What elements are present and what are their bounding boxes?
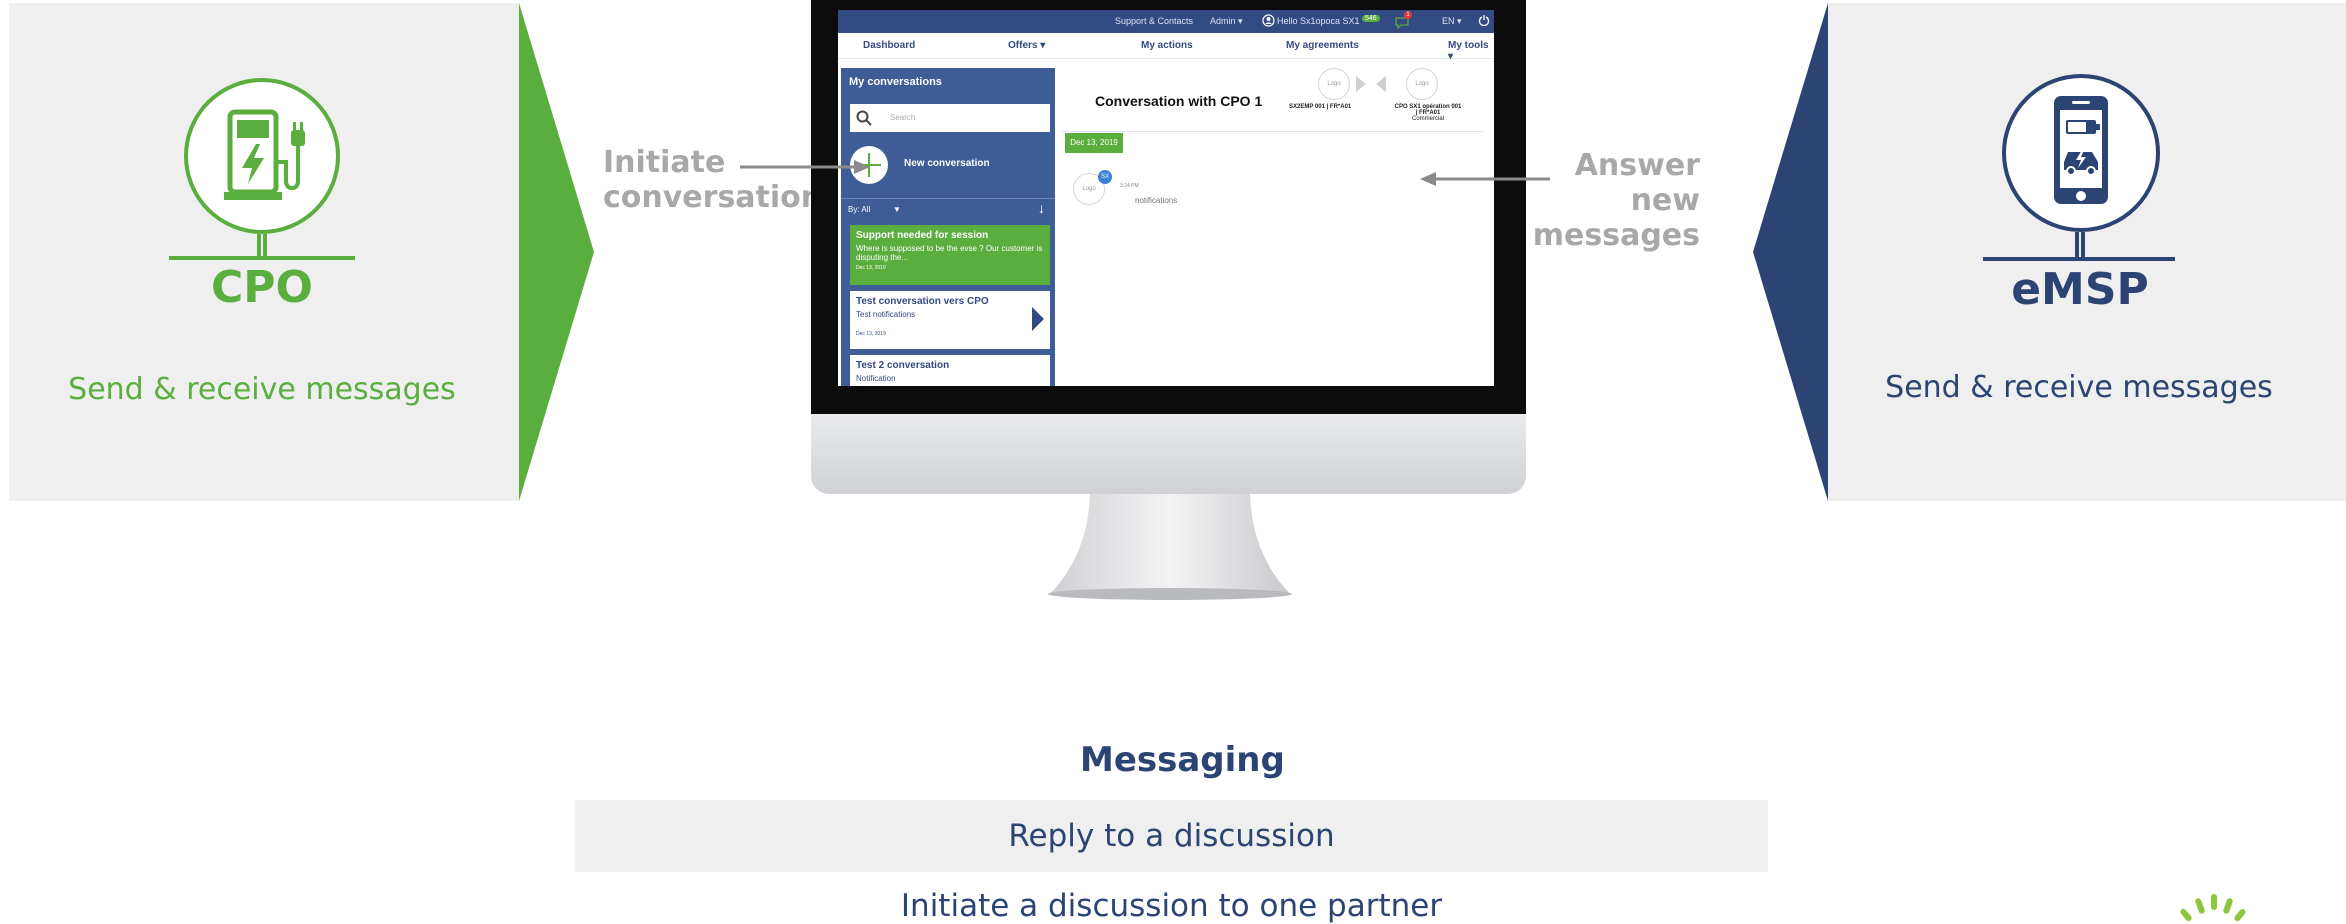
feature-item: Initiate a discussion to one partner xyxy=(900,888,1443,924)
emsp-stem xyxy=(2075,232,2085,260)
monitor-stand xyxy=(1048,494,1292,600)
conversation-preview: Notification xyxy=(856,374,896,383)
conversation-card[interactable]: Test conversation vers CPO Test notifica… xyxy=(850,291,1050,349)
features-title: Messaging xyxy=(1080,740,1285,780)
cpo-icon-circle xyxy=(184,78,340,234)
user-greeting[interactable]: Hello Sx1opoca SX1 xyxy=(1277,16,1360,26)
emsp-label: eMSP xyxy=(2011,264,2149,315)
support-contacts-link[interactable]: Support & Contacts xyxy=(1115,16,1193,26)
initiate-arrow xyxy=(740,160,870,174)
message-text: notifications xyxy=(1135,196,1178,205)
conversation-date: Dec 13, 2019 xyxy=(856,331,886,337)
message-time: 3:24 PM xyxy=(1120,183,1139,189)
conversation-title: Test conversation vers CPO xyxy=(856,296,989,307)
participant-right-role: Commercial xyxy=(1411,116,1444,122)
user-icon xyxy=(1262,14,1275,29)
sidebar-title: My conversations xyxy=(849,76,942,88)
brand-logo-icon xyxy=(2180,894,2246,922)
cpo-label: CPO xyxy=(211,262,313,313)
notification-count: 1 xyxy=(1404,11,1412,19)
participant-right-name: CPO SX1 opération 001 | FR*A01 Commercia… xyxy=(1391,104,1465,122)
conversation-preview: Where is supposed to be the evse ? Our c… xyxy=(856,244,1043,262)
search-input[interactable]: Search xyxy=(850,104,1050,132)
app-navbar: Dashboard Offers ▾ My actions My agreeme… xyxy=(838,33,1494,62)
emsp-icon-circle xyxy=(2002,74,2160,232)
search-icon xyxy=(856,110,872,131)
initiate-line-2: conversation xyxy=(603,180,823,215)
conversation-card[interactable]: Test 2 conversation Notification xyxy=(850,355,1050,386)
header-divider xyxy=(1061,131,1483,132)
message-avatar-badge: SX xyxy=(1098,170,1112,184)
emsp-baseline xyxy=(1983,257,2175,261)
exchange-arrows-icon xyxy=(1356,76,1386,92)
admin-menu[interactable]: Admin ▾ xyxy=(1210,16,1243,27)
points-badge: 546 xyxy=(1362,15,1380,22)
cpo-baseline xyxy=(169,256,355,260)
charging-station-icon xyxy=(224,109,305,200)
answer-line-3: messages xyxy=(1532,218,1700,253)
nav-my-agreements[interactable]: My agreements xyxy=(1286,40,1359,51)
nav-offers[interactable]: Offers ▾ xyxy=(1008,40,1045,51)
nav-my-tools[interactable]: My tools ▾ xyxy=(1448,40,1494,62)
selected-chevron-icon xyxy=(1032,307,1044,331)
nav-my-actions[interactable]: My actions xyxy=(1141,40,1193,51)
new-conversation-label[interactable]: New conversation xyxy=(904,158,990,169)
conversation-card[interactable]: Support needed for session Where is supp… xyxy=(850,225,1050,285)
participant-logo: Logo xyxy=(1318,68,1350,100)
sort-icon[interactable]: ↓ xyxy=(1038,200,1045,216)
search-placeholder: Search xyxy=(890,113,916,122)
feature-item: Reply to a discussion xyxy=(575,800,1768,872)
cpo-arrow-shape xyxy=(519,3,594,501)
language-selector[interactable]: EN ▾ xyxy=(1442,16,1462,27)
participant-left-name: SX2EMP 001 | FR*A01 xyxy=(1289,104,1352,110)
emsp-subtitle: Send & receive messages xyxy=(1885,370,2273,405)
conversation-preview: Test notifications xyxy=(856,310,916,319)
cpo-stem xyxy=(257,234,267,258)
sidebar-divider xyxy=(841,198,1055,199)
app-topbar: Support & Contacts Admin ▾ Hello Sx1opoc… xyxy=(838,10,1494,33)
cpo-subtitle: Send & receive messages xyxy=(68,372,456,407)
answer-arrow xyxy=(1420,172,1550,186)
messaging-app: Support & Contacts Admin ▾ Hello Sx1opoc… xyxy=(838,10,1494,386)
conversation-title-heading: Conversation with CPO 1 xyxy=(1095,93,1263,109)
conversation-title: Support needed for session xyxy=(856,230,989,241)
conversations-sidebar: My conversations Search New conversation… xyxy=(841,68,1055,386)
power-icon[interactable] xyxy=(1478,14,1490,28)
filter-dropdown-icon[interactable]: ▼ xyxy=(893,205,901,214)
smartphone-ev-icon xyxy=(2054,96,2108,204)
answer-annotation: Answer new messages xyxy=(1500,148,1700,253)
date-chip: Dec 13, 2019 xyxy=(1065,133,1123,153)
conversation-panel: Conversation with CPO 1 Logo Logo SX2EMP… xyxy=(1061,68,1483,386)
monitor-chin xyxy=(811,414,1526,494)
conversation-title: Test 2 conversation xyxy=(856,360,950,371)
participant-logo: Logo xyxy=(1406,68,1438,100)
filter-label[interactable]: By: All xyxy=(848,205,870,214)
emsp-arrow-shape xyxy=(1753,3,1828,501)
nav-dashboard[interactable]: Dashboard xyxy=(863,40,915,51)
conversation-date: Dec 13, 2019 xyxy=(856,265,886,271)
